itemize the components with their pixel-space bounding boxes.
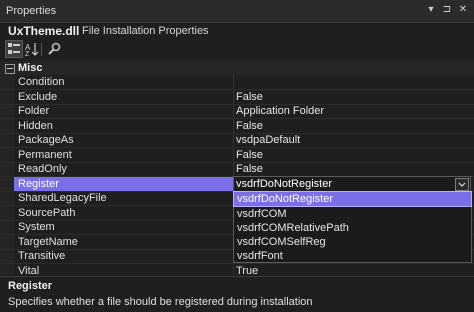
option-vsdrfcom[interactable]: vsdrfCOM — [234, 207, 471, 221]
object-header: UxTheme.dll File Installation Properties — [0, 23, 474, 39]
pin-icon[interactable]: ⊐ — [440, 3, 454, 17]
property-name: SourcePath — [18, 206, 76, 219]
properties-toolbar: AZ — [0, 40, 474, 60]
property-row-register[interactable]: Register vsdrfDoNotRegister — [0, 175, 474, 192]
dropdown-button[interactable] — [455, 177, 469, 191]
categorized-icon[interactable] — [5, 40, 23, 58]
property-name: SharedLegacyFile — [18, 192, 107, 204]
object-type: File Installation Properties — [82, 25, 209, 37]
window-title: Properties — [6, 5, 57, 17]
collapse-icon[interactable] — [5, 64, 15, 74]
property-value[interactable]: False — [236, 91, 263, 103]
property-value[interactable]: vsdpaDefault — [236, 134, 300, 146]
property-row-hidden[interactable]: Hidden False — [0, 119, 474, 134]
property-value[interactable]: False — [236, 163, 263, 175]
property-name: Transitive — [18, 250, 66, 262]
description-panel: Register Specifies whether a file should… — [0, 276, 474, 312]
category-misc[interactable]: Misc — [0, 61, 474, 75]
property-pages-icon[interactable] — [46, 41, 62, 57]
property-name: ReadOnly — [18, 163, 67, 175]
object-name: UxTheme.dll — [8, 24, 80, 38]
description-text: Specifies whether a file should be regis… — [8, 296, 313, 308]
properties-title-bar: Properties ▾ ⊐ ✕ — [0, 0, 474, 23]
category-label: Misc — [18, 62, 43, 74]
svg-text:Z: Z — [25, 51, 30, 57]
option-vsdrfdonotregister[interactable]: vsdrfDoNotRegister — [233, 191, 472, 207]
property-name: Folder — [18, 105, 50, 117]
property-value[interactable]: True — [236, 265, 258, 277]
property-row-folder[interactable]: Folder Application Folder — [0, 104, 474, 119]
property-row-readonly[interactable]: ReadOnly False — [0, 162, 474, 177]
property-name: Condition — [18, 76, 65, 88]
option-vsdrfcomselfreg[interactable]: vsdrfCOMSelfReg — [234, 235, 471, 249]
property-value[interactable]: Application Folder — [236, 105, 324, 117]
description-title: Register — [8, 280, 53, 292]
property-name: PackageAs — [18, 134, 74, 146]
alphabetical-icon[interactable]: AZ — [24, 41, 40, 58]
property-name: Permanent — [18, 148, 72, 161]
property-name: Exclude — [18, 90, 58, 103]
option-vsdrffont[interactable]: vsdrfFont — [234, 249, 471, 263]
property-value[interactable]: False — [236, 149, 263, 161]
register-options-list[interactable]: vsdrfDoNotRegister vsdrfCOM vsdrfCOMRela… — [233, 191, 472, 263]
property-name: TargetName — [18, 235, 78, 248]
property-row-packageas[interactable]: PackageAs vsdpaDefault — [0, 133, 474, 148]
property-row-permanent[interactable]: Permanent False — [0, 148, 474, 163]
property-row-exclude[interactable]: Exclude False — [0, 90, 474, 105]
toolbar-separator — [41, 43, 42, 56]
property-name: Vital — [18, 264, 40, 277]
property-name: Register — [18, 177, 59, 190]
property-value[interactable]: False — [236, 120, 263, 132]
close-icon[interactable]: ✕ — [456, 3, 470, 17]
register-value-editor[interactable]: vsdrfDoNotRegister — [233, 175, 471, 192]
editor-value[interactable]: vsdrfDoNotRegister — [236, 178, 332, 190]
property-name: System — [18, 221, 55, 233]
property-row-condition[interactable]: Condition — [0, 75, 474, 90]
chevron-down-icon — [458, 182, 466, 187]
option-vsdrfcomrelativepath[interactable]: vsdrfCOMRelativePath — [234, 221, 471, 235]
property-name: Hidden — [18, 119, 53, 132]
dropdown-icon[interactable]: ▾ — [424, 3, 438, 17]
